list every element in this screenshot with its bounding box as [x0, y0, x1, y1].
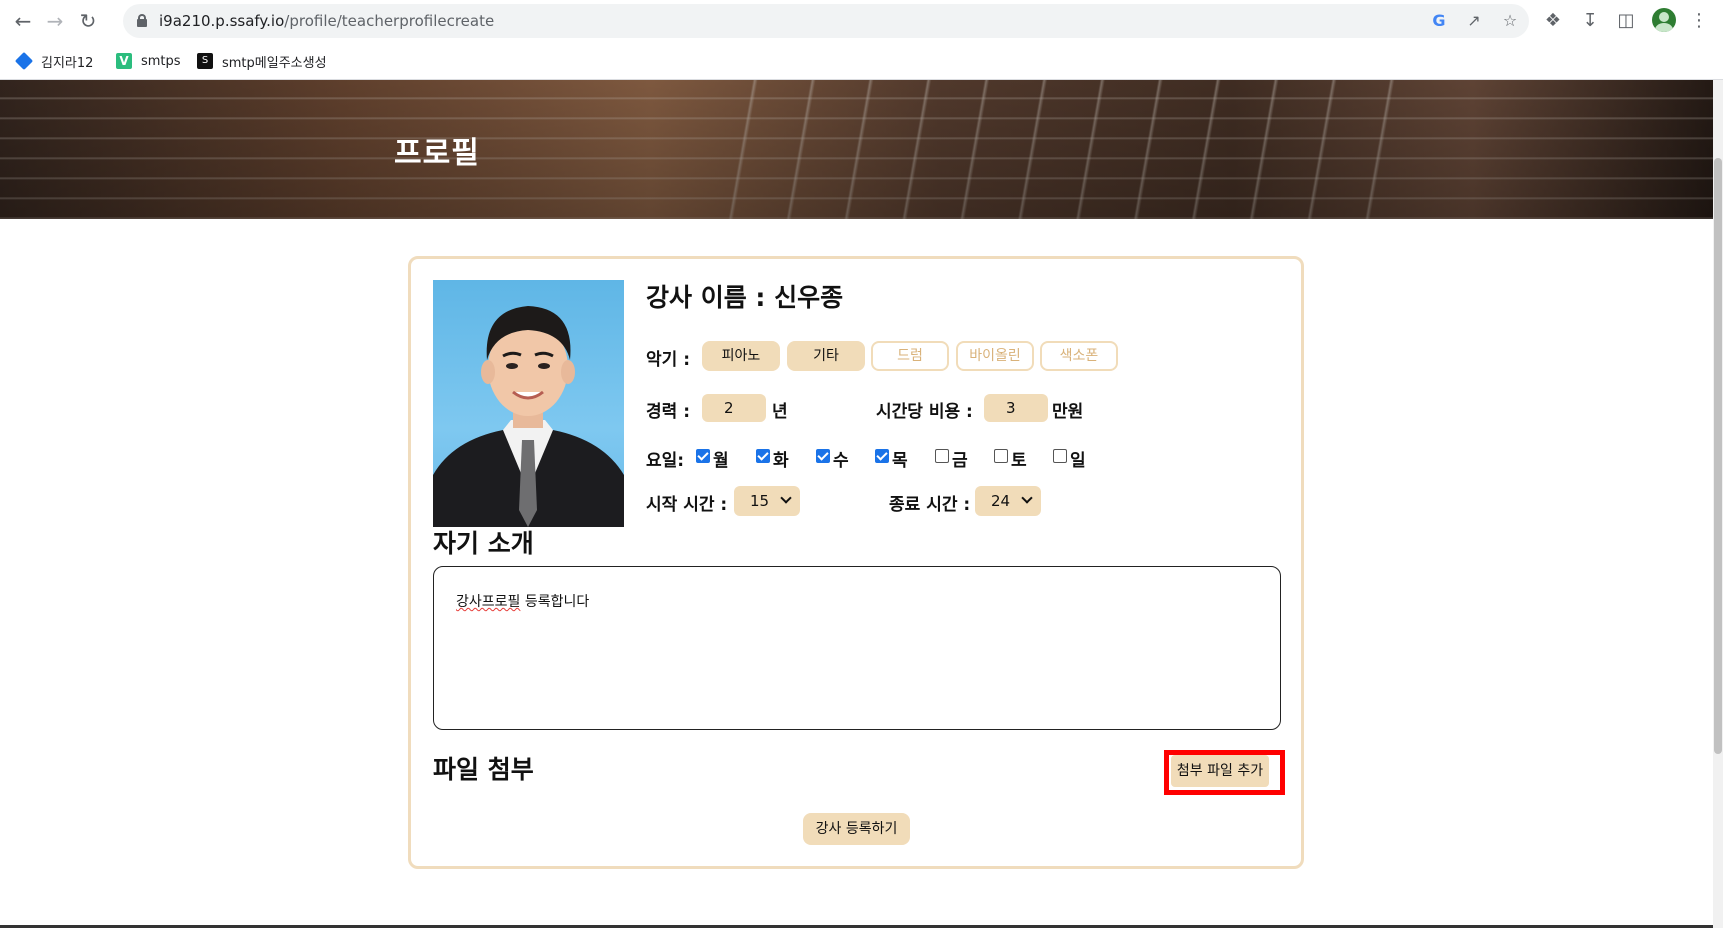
share-icon[interactable]: ↗: [1464, 11, 1484, 31]
end-time-select[interactable]: 24: [975, 486, 1041, 516]
instrument-saxophone-button[interactable]: 색소폰: [1040, 341, 1118, 371]
day-thu[interactable]: 목: [875, 446, 908, 471]
bookmark-smtps[interactable]: V smtps: [116, 50, 181, 72]
instruments-label: 악기 :: [646, 350, 690, 370]
checkbox-thu[interactable]: [875, 448, 889, 463]
career-input[interactable]: 2: [702, 394, 766, 422]
checkbox-fri[interactable]: [935, 448, 949, 463]
spellcheck-text: 강사프로필: [456, 594, 521, 610]
checkbox-tue[interactable]: [756, 448, 770, 463]
fee-label: 시간당 비용 :: [876, 402, 973, 422]
day-label: 월: [713, 451, 729, 471]
day-mon[interactable]: 월: [696, 446, 729, 471]
extensions-puzzle-icon[interactable]: ❖: [1541, 9, 1565, 33]
day-label: 토: [1011, 451, 1027, 471]
checkbox-mon[interactable]: [696, 448, 710, 463]
v-icon: V: [116, 53, 132, 69]
browser-toolbar: ← → ↻ i9a210.p.ssafy.io/profile/teacherp…: [0, 0, 1723, 42]
bookmark-smtp-generator[interactable]: S smtp메일주소생성: [197, 50, 327, 72]
intro-title: 자기 소개: [433, 529, 534, 558]
chevron-down-icon: [1021, 492, 1033, 504]
page-scrollbar[interactable]: [1713, 80, 1723, 928]
download-icon[interactable]: ↧: [1578, 9, 1602, 33]
google-icon[interactable]: G: [1429, 11, 1449, 31]
side-panel-icon[interactable]: ◫: [1614, 9, 1638, 33]
bookmark-jira[interactable]: 김지라12: [14, 50, 94, 72]
start-time-value: 15: [750, 492, 770, 510]
day-wed[interactable]: 수: [816, 446, 849, 471]
address-bar[interactable]: i9a210.p.ssafy.io/profile/teacherprofile…: [123, 4, 1529, 38]
fee-input[interactable]: 3: [984, 394, 1048, 422]
hero-overlay: [0, 80, 1713, 219]
days-label: 요일:: [646, 451, 685, 471]
start-time-label: 시작 시간 :: [646, 495, 728, 515]
day-fri[interactable]: 금: [935, 446, 968, 471]
profile-avatar[interactable]: [1652, 8, 1676, 32]
intro-text: 등록합니다: [520, 594, 590, 610]
fee-unit: 만원: [1052, 402, 1084, 422]
instrument-drum-button[interactable]: 드럼: [871, 341, 949, 371]
bookmarks-bar: 김지라12 V smtps S smtp메일주소생성: [0, 42, 1723, 80]
register-teacher-button[interactable]: 강사 등록하기: [803, 813, 910, 845]
page-title: 프로필: [394, 136, 480, 171]
instrument-guitar-button[interactable]: 기타: [787, 341, 865, 371]
s-icon: S: [197, 53, 213, 69]
attachment-title: 파일 첨부: [433, 755, 534, 784]
instrument-violin-button[interactable]: 바이올린: [956, 341, 1034, 371]
end-time-label: 종료 시간 :: [889, 495, 971, 515]
intro-textarea[interactable]: 강사프로필 등록합니다: [433, 566, 1281, 730]
bookmark-label: 김지라12: [41, 55, 94, 71]
day-label: 수: [833, 451, 849, 471]
end-time-value: 24: [991, 492, 1011, 510]
start-time-select[interactable]: 15: [734, 486, 800, 516]
day-label: 일: [1070, 451, 1086, 471]
url-path: /profile/teacherprofilecreate: [284, 12, 495, 30]
instrument-piano-button[interactable]: 피아노: [702, 341, 780, 371]
chevron-down-icon: [780, 492, 792, 504]
jira-diamond-icon: [14, 51, 34, 71]
profile-photo: [433, 280, 624, 527]
day-sun[interactable]: 일: [1053, 446, 1086, 471]
bookmark-label: smtp메일주소생성: [222, 55, 327, 71]
checkbox-sun[interactable]: [1053, 448, 1067, 463]
forward-arrow-icon[interactable]: →: [43, 9, 67, 33]
day-label: 금: [952, 451, 968, 471]
star-icon[interactable]: ☆: [1500, 11, 1520, 31]
career-unit: 년: [772, 402, 788, 422]
day-sat[interactable]: 토: [994, 446, 1027, 471]
scrollbar-thumb[interactable]: [1714, 158, 1722, 754]
highlight-box: [1164, 750, 1285, 795]
checkbox-sat[interactable]: [994, 448, 1008, 463]
lock-icon: [137, 14, 147, 27]
bookmark-label: smtps: [141, 53, 181, 69]
hero-banner: 프로필: [0, 80, 1713, 219]
reload-icon[interactable]: ↻: [76, 9, 100, 33]
career-label: 경력 :: [646, 402, 690, 422]
day-tue[interactable]: 화: [756, 446, 789, 471]
day-label: 화: [773, 451, 789, 471]
back-arrow-icon[interactable]: ←: [11, 9, 35, 33]
url-host: i9a210.p.ssafy.io: [159, 12, 285, 30]
checkbox-wed[interactable]: [816, 448, 830, 463]
day-label: 목: [892, 451, 908, 471]
menu-kebab-icon[interactable]: ⋮: [1687, 9, 1711, 33]
url-text[interactable]: i9a210.p.ssafy.io/profile/teacherprofile…: [159, 12, 494, 30]
teacher-name: 강사 이름 : 신우종: [646, 283, 844, 312]
